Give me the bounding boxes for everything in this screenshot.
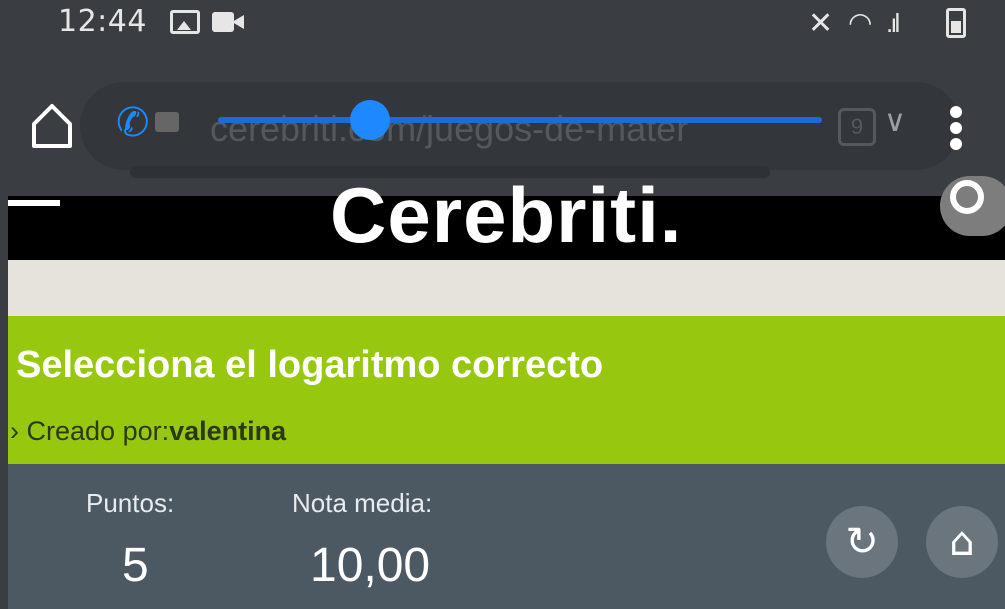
volume-slider-track[interactable] [218, 117, 822, 123]
quiz-author-line[interactable]: › Creado por:valentina [10, 416, 286, 447]
house-icon: ⌂ [949, 519, 975, 565]
home-button[interactable]: ⌂ [926, 506, 998, 578]
overflow-menu-icon[interactable] [950, 106, 964, 152]
phone-icon: ✆ [116, 101, 150, 145]
points-value: 5 [122, 539, 149, 592]
quiz-title: Selecciona el logaritmo correcto [16, 344, 604, 386]
author-name[interactable]: valentina [169, 416, 286, 446]
chevron-down-icon[interactable]: ∨ [884, 104, 906, 139]
hamburger-menu-icon[interactable] [8, 200, 60, 206]
restart-button[interactable]: ↻ [826, 506, 898, 578]
wifi-icon: ◠ [848, 7, 873, 38]
chevron-right-icon: › [10, 416, 19, 446]
ad-spacer [8, 260, 1005, 316]
battery-icon [946, 8, 966, 38]
mute-icon: ✕ [808, 7, 834, 40]
image-icon [170, 10, 200, 34]
restart-icon: ↻ [845, 519, 879, 565]
video-icon [212, 12, 244, 32]
average-label: Nota media: [292, 488, 433, 518]
url-text[interactable]: cerebriti.com/juegos-de-mater [210, 108, 688, 150]
site-logo[interactable]: Cerebriti. [330, 170, 682, 261]
tab-count-button[interactable]: 9 [838, 108, 876, 146]
search-icon[interactable] [940, 176, 1005, 236]
signal-icon: .ıl [886, 8, 900, 38]
status-time: 12:44 [58, 4, 147, 39]
home-icon[interactable] [30, 100, 74, 150]
volume-slider-thumb[interactable] [350, 100, 390, 140]
created-by-label: Creado por: [26, 416, 170, 446]
average-value: 10,00 [310, 539, 431, 592]
points-label: Puntos: [86, 488, 175, 518]
lock-icon [155, 112, 179, 132]
